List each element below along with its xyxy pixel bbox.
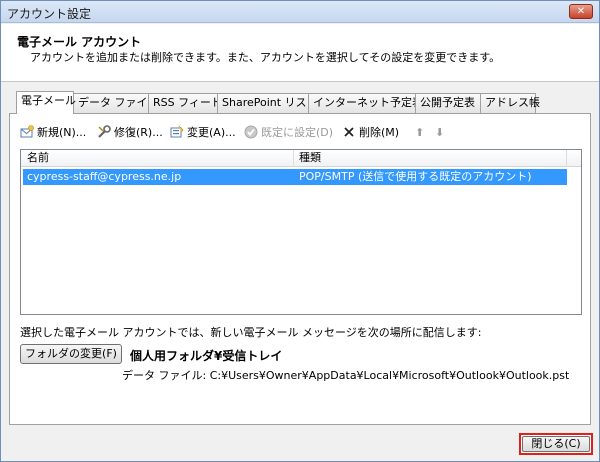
new-account-button[interactable]: 新規(N)...	[20, 124, 86, 142]
column-divider[interactable]	[566, 150, 567, 167]
new-account-label: 新規(N)...	[37, 126, 87, 139]
delete-account-label: 削除(M)	[359, 126, 400, 139]
delivery-folder-name: 個人用フォルダ¥受信トレイ	[130, 349, 283, 363]
close-dialog-label: 閉じる(C)	[522, 436, 590, 452]
header-title: 電子メール アカウント	[17, 35, 142, 49]
tab-data-files[interactable]: データ ファイル	[73, 93, 159, 113]
tab-email[interactable]: 電子メール	[16, 91, 76, 114]
column-header-type[interactable]: 種類	[299, 150, 321, 167]
repair-account-button[interactable]: 修復(R)...	[97, 124, 163, 142]
header-description: アカウントを追加または削除できます。また、アカウントを選択してその設定を変更でき…	[30, 51, 501, 64]
change-settings-icon	[170, 125, 184, 138]
change-folder-button[interactable]: フォルダの変更(F)	[20, 344, 122, 364]
window-close-button[interactable]: ✕	[569, 4, 593, 19]
arrow-up-icon: ⬆	[415, 126, 425, 139]
change-account-label: 変更(A)...	[187, 126, 236, 139]
account-list-header: 名前 種類	[21, 150, 581, 167]
account-list[interactable]: 名前 種類 cypress-staff@cypress.ne.jp POP/SM…	[20, 149, 582, 315]
dialog-header: 電子メール アカウント アカウントを追加または削除できます。また、アカウントを選…	[1, 24, 599, 82]
column-header-name[interactable]: 名前	[27, 150, 49, 167]
account-settings-window: アカウント設定 ✕ 電子メール アカウント アカウントを追加または削除できます。…	[0, 0, 600, 462]
close-dialog-button[interactable]: 閉じる(C)	[519, 433, 593, 455]
account-type-cell: POP/SMTP (送信で使用する既定のアカウント)	[299, 170, 532, 183]
account-row[interactable]: cypress-staff@cypress.ne.jp POP/SMTP (送信…	[23, 169, 567, 185]
data-file-path: データ ファイル: C:¥Users¥Owner¥AppData¥Local¥M…	[122, 369, 570, 382]
set-default-label: 既定に設定(D)	[261, 126, 334, 139]
move-up-button[interactable]: ⬆	[415, 124, 424, 142]
delete-account-button[interactable]: 削除(M)	[342, 124, 399, 142]
tab-sharepoint-lists[interactable]: SharePoint リスト	[217, 93, 318, 113]
tab-address-books[interactable]: アドレス帳	[480, 93, 540, 113]
tab-rss-feeds[interactable]: RSS フィード	[148, 93, 222, 113]
checkmark-icon	[244, 125, 258, 139]
move-down-button[interactable]: ⬇	[435, 124, 444, 142]
title-bar[interactable]: アカウント設定 ✕	[1, 1, 599, 23]
email-tab-panel: 新規(N)... 修復(R)... 変更(A)... 既定に設定(D) 削除(M…	[9, 113, 591, 425]
repair-account-label: 修復(R)...	[114, 126, 163, 139]
delivery-location-label: 選択した電子メール アカウントでは、新しい電子メール メッセージを次の場所に配信…	[20, 326, 482, 339]
tab-published-calendars[interactable]: 公開予定表	[415, 93, 481, 113]
arrow-down-icon: ⬇	[435, 126, 445, 139]
delete-x-icon	[344, 127, 354, 137]
window-title: アカウント設定	[7, 7, 92, 21]
column-divider[interactable]	[293, 150, 294, 167]
tab-internet-calendars[interactable]: インターネット予定表	[308, 93, 423, 113]
set-default-button[interactable]: 既定に設定(D)	[244, 124, 333, 142]
account-name-cell: cypress-staff@cypress.ne.jp	[27, 170, 182, 183]
change-account-button[interactable]: 変更(A)...	[170, 124, 236, 142]
wrench-icon	[98, 125, 111, 138]
new-mail-icon	[20, 125, 34, 138]
